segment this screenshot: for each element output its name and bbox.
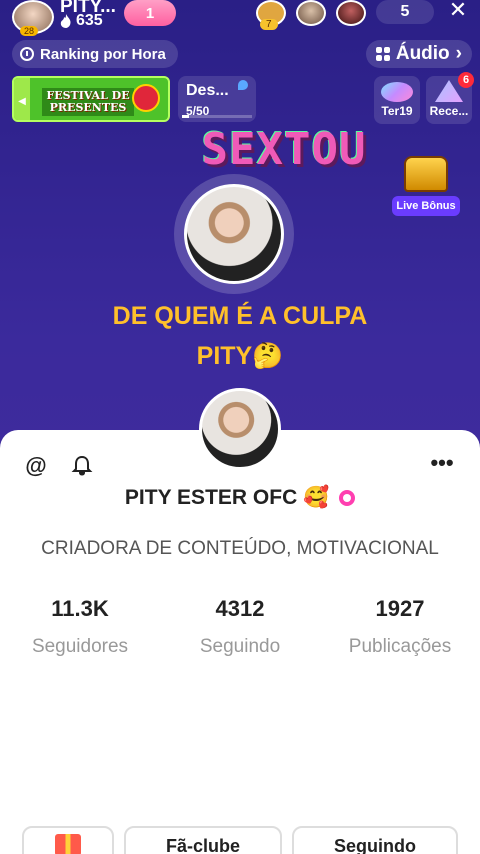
stat-label: Seguindo [199,636,281,657]
host-score-value: 635 [76,12,103,29]
profile-bio: CRIADORA DE CONTEÚDO, MOTIVACIONAL [41,538,439,559]
host-score: 635 [60,12,103,30]
heart-badge[interactable]: 1 [124,0,176,26]
challenge-progress-fill [182,115,189,118]
gift-button[interactable] [22,826,114,854]
notification-badge: 6 [458,72,474,88]
live-title-line2: PITY🤔 [196,342,284,370]
close-button[interactable]: ✕ [446,0,470,22]
festival-text: FESTIVAL DE PRESENTES [42,88,134,116]
live-bonus-button[interactable]: Live Bônus [392,152,460,216]
following-button[interactable]: Seguindo [292,826,458,854]
apps-grid-icon [375,47,390,61]
side-item-recent[interactable]: Rece... 6 [426,72,474,124]
fan-club-button[interactable]: Fã-clube [124,826,282,854]
profile-name: PITY ESTER OFC 🥰 [0,486,480,510]
sextou-banner: SEXTOU [201,124,367,175]
stat-followers[interactable]: 11.3K Seguidores [0,596,160,658]
audio-button[interactable]: Áudio › [365,40,472,68]
live-bonus-label: Live Bônus [392,196,460,216]
bell-icon[interactable] [70,454,94,478]
chevron-right-icon: › [455,43,462,64]
chevron-left-icon[interactable]: ◀ [14,78,30,120]
gem-icon [381,82,413,102]
viewer-level-badge: 7 [260,19,278,30]
viewer-avatar[interactable] [336,0,366,26]
stat-label: Publicações [348,636,452,657]
ranking-label: Ranking por Hora [40,45,166,63]
mention-icon[interactable]: @ [24,454,48,478]
heart-badge-value: 1 [145,4,155,22]
stat-label: Seguidores [31,636,129,657]
side-item-label: Ter19 [381,104,413,118]
challenge-widget[interactable]: Des... 5/50 [178,76,256,122]
gift-box-icon [55,834,81,854]
host-video-avatar[interactable] [174,174,294,294]
live-title: DE QUEM É A CULPA PITY🤔 [0,296,480,376]
side-item-ter19[interactable]: Ter19 [374,76,420,124]
fire-icon [60,14,71,28]
host-level-badge: 28 [20,26,39,36]
stat-following[interactable]: 4312 Seguindo [160,596,320,658]
profile-sheet: @ ••• PITY ESTER OFC 🥰 CRIADORA DE CONTE… [0,430,480,854]
verified-icon [339,490,356,507]
more-options-icon[interactable]: ••• [428,452,456,478]
ranking-button[interactable]: Ranking por Hora [12,40,178,68]
viewer-avatar[interactable]: 7 [256,0,286,30]
host-avatar[interactable]: 28 [12,0,54,36]
droplet-icon [238,80,248,90]
festival-banner[interactable]: ◀ FESTIVAL DE PRESENTES [12,76,170,122]
stat-value: 11.3K [51,596,109,621]
profile-avatar[interactable] [199,388,281,470]
profile-name-text: PITY ESTER OFC 🥰 [124,486,330,509]
top-bar: 28 PITY... 635 1 7 5 ✕ [0,0,480,36]
monster-icon [132,84,160,112]
host-photo [184,184,284,284]
stat-value: 1927 [375,596,425,621]
treasure-chest-icon [404,156,448,192]
audio-label: Áudio [395,43,450,64]
viewer-avatar[interactable] [296,0,326,26]
live-title-line1: DE QUEM É A CULPA [112,302,368,330]
side-item-label: Rece... [429,104,469,118]
clock-icon [20,47,34,61]
stat-posts[interactable]: 1927 Publicações [320,596,480,658]
challenge-progress-bar [182,115,252,118]
stat-value: 4312 [215,596,265,621]
viewer-count[interactable]: 5 [376,0,434,24]
